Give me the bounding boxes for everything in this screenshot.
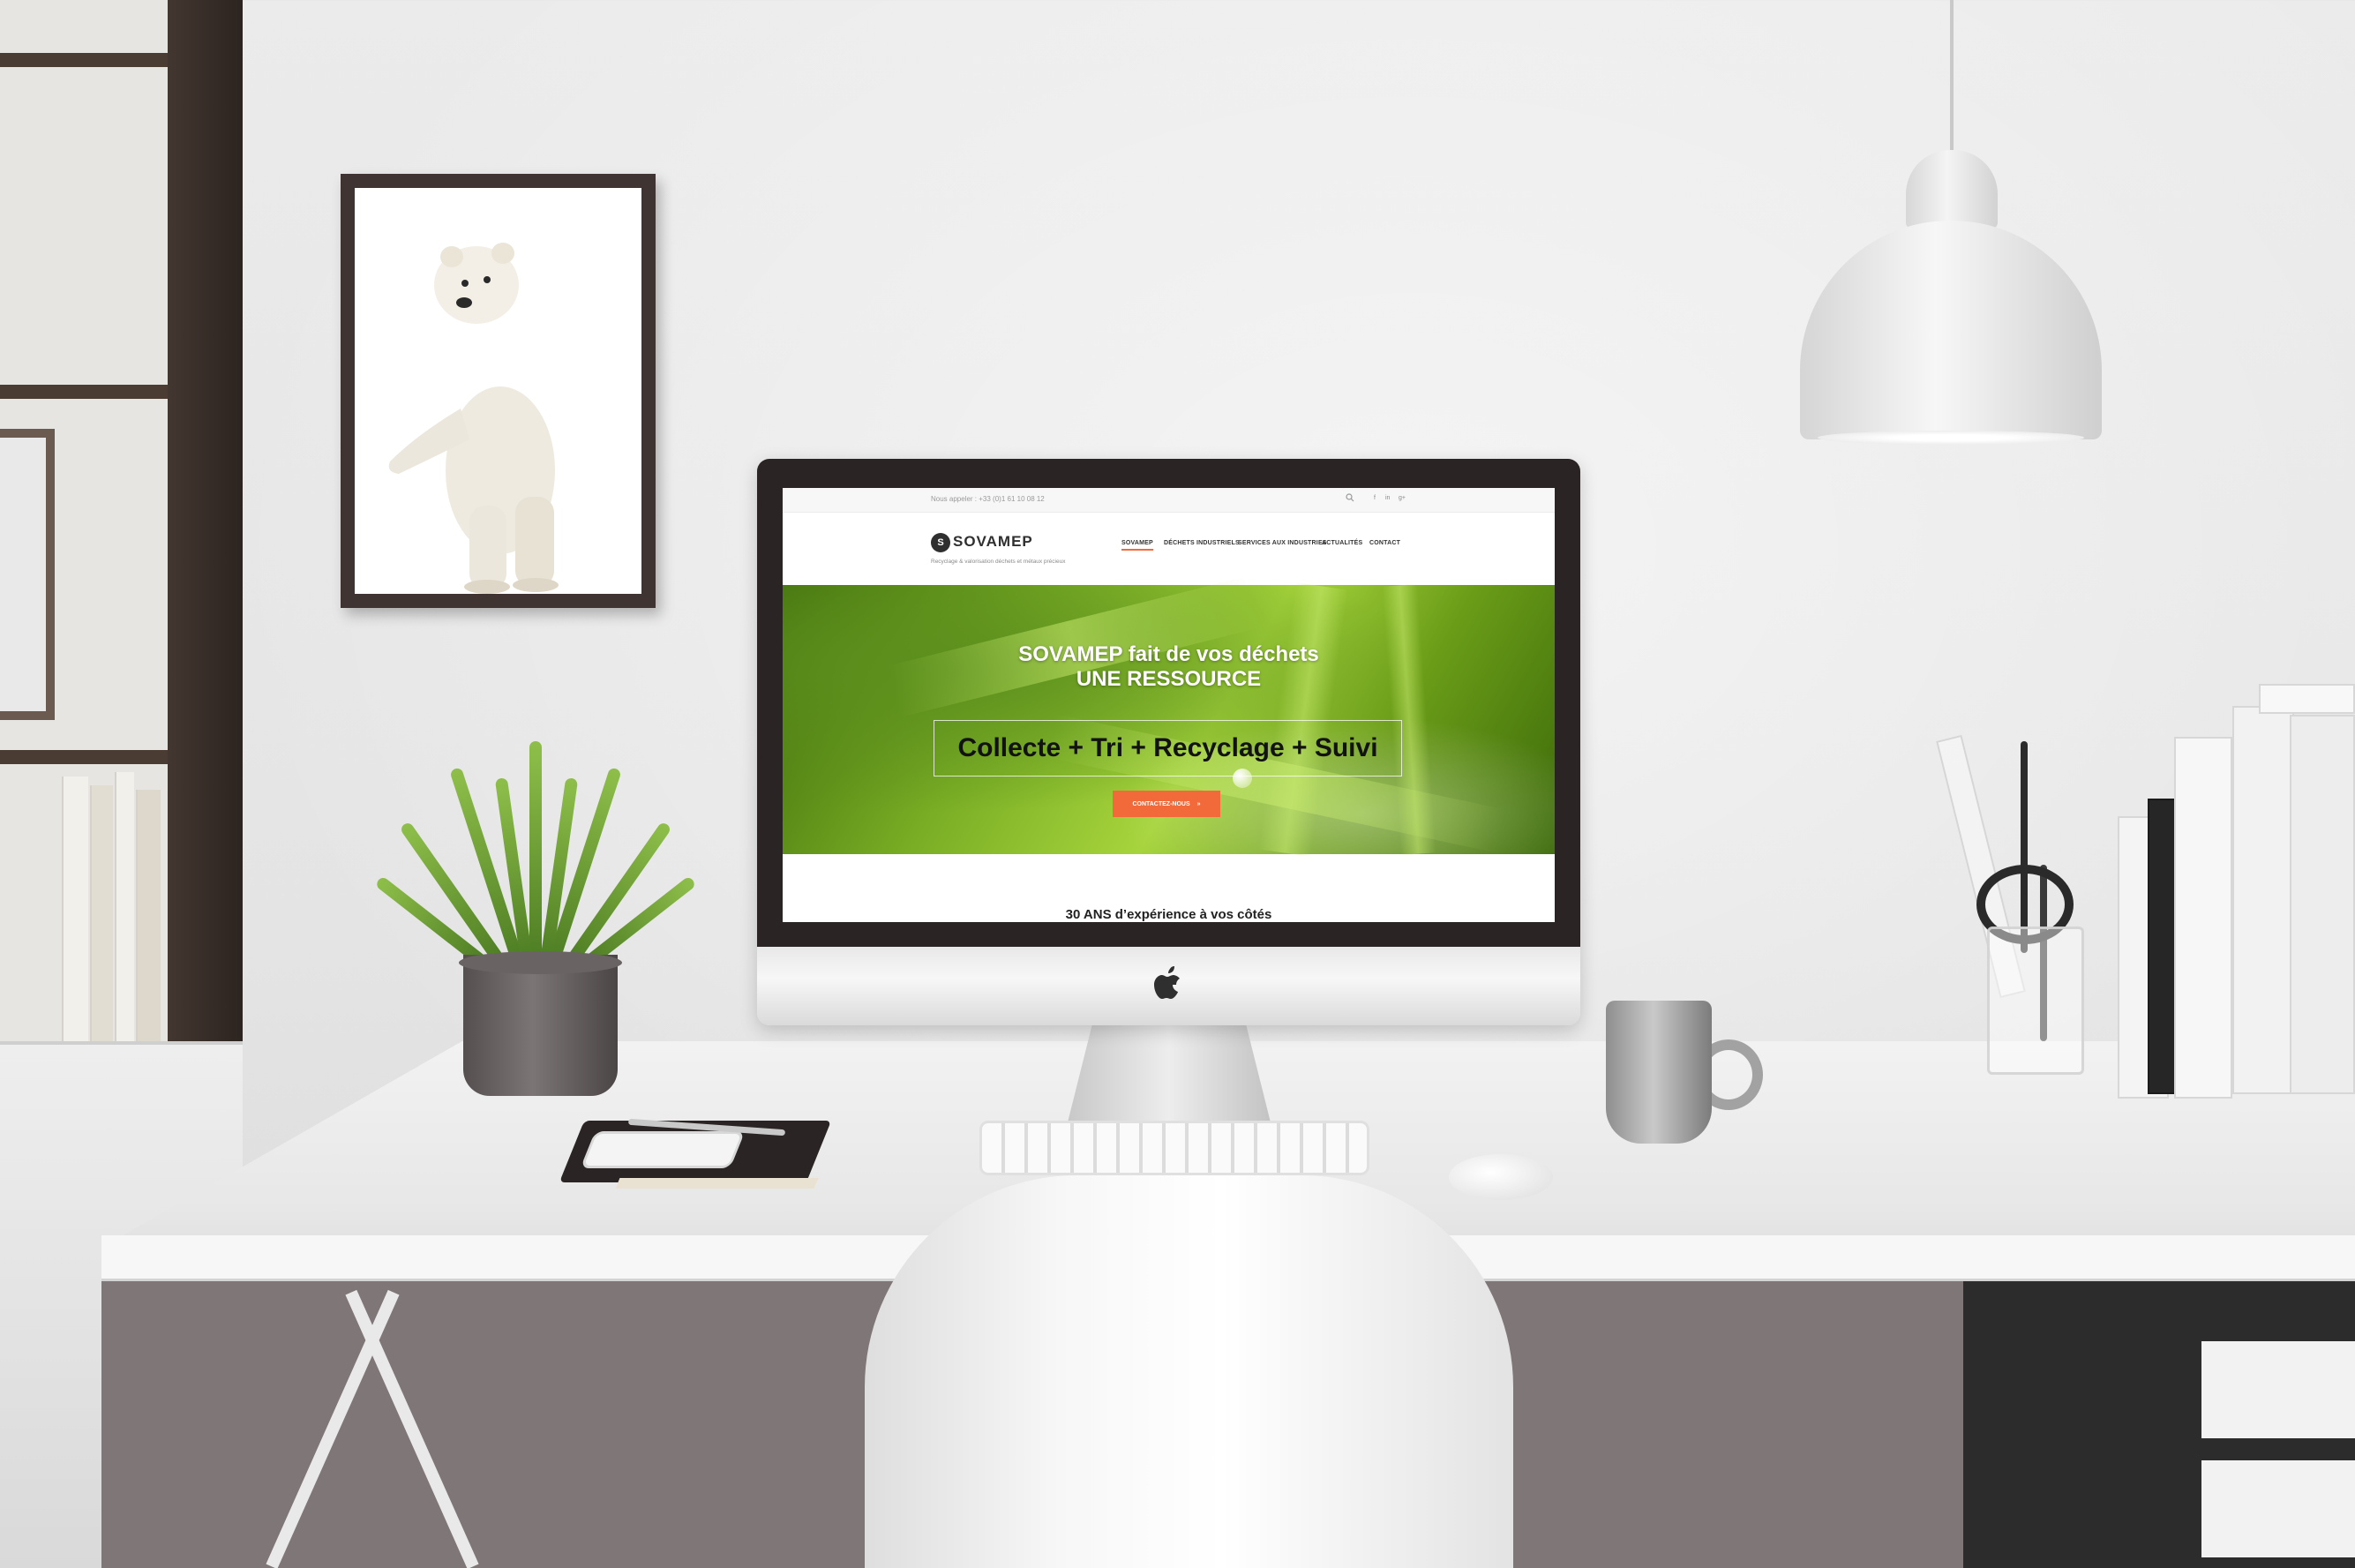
hero-subtitle: Collecte + Tri + Recyclage + Suivi [957, 733, 1378, 762]
pen-cup [1987, 927, 2084, 1075]
logo-icon[interactable]: S [931, 533, 950, 552]
imac-stand [1068, 1025, 1271, 1122]
site-tagline: Recyclage & valorisation déchets et méta… [931, 559, 1066, 565]
plant-pot-rim [459, 951, 622, 974]
polar-bear-illustration [388, 243, 559, 594]
hero-title: SOVAMEP fait de vos déchets UNE RESSOURC… [783, 642, 1555, 692]
coffee-mug [1606, 1001, 1712, 1144]
googleplus-icon[interactable]: g+ [1399, 495, 1406, 501]
search-icon[interactable] [1346, 493, 1356, 504]
nav-item-contact[interactable]: CONTACT [1369, 540, 1400, 546]
shelf-board [0, 385, 168, 399]
plant-pot [463, 955, 618, 1096]
polar-bear-poster [355, 188, 641, 594]
contact-us-label: CONTACTEZ-NOUS [1132, 800, 1190, 807]
apple-logo-icon [1151, 962, 1187, 1004]
top-utility-bar: Nous appeler : +33 (0)1 61 10 08 12 f in… [783, 488, 1555, 513]
plant-leaves [374, 724, 697, 971]
shelf-book [136, 790, 161, 1041]
hero-title-line2: UNE RESSOURCE [1076, 667, 1262, 691]
nav-item-actualites[interactable]: ACTUALITÉS [1322, 540, 1362, 546]
book [2232, 706, 2294, 1094]
shelf-picture-frame [0, 429, 55, 720]
shelf-book [62, 776, 88, 1041]
nav-item-sovamep[interactable]: SOVAMEP [1121, 540, 1153, 551]
logo-text[interactable]: SOVAMEP [953, 533, 1033, 551]
drawer [2201, 1460, 2355, 1557]
chair [865, 1175, 1513, 1568]
book [2174, 737, 2232, 1099]
contact-us-button[interactable]: CONTACTEZ-NOUS » [1113, 791, 1220, 817]
notebook-pages [615, 1178, 819, 1189]
lamp-cap [1906, 150, 1998, 229]
nav-item-services-aux-industries[interactable]: SERVICES AUX INDUSTRIES [1238, 540, 1327, 546]
site-header: S SOVAMEP Recyclage & valorisation déche… [783, 513, 1555, 585]
shelf-book [90, 785, 113, 1041]
book [2259, 684, 2355, 714]
shelf-book [115, 772, 134, 1041]
smartphone [580, 1131, 746, 1168]
shelf-board [0, 53, 168, 67]
lamp-cord [1950, 0, 1954, 154]
hero-banner: SOVAMEP fait de vos déchets UNE RESSOURC… [783, 576, 1555, 857]
arrow-right-icon: » [1196, 800, 1201, 807]
nav-item-dechets-industriels[interactable]: DÉCHETS INDUSTRIELS [1164, 540, 1240, 546]
drawer [2201, 1341, 2355, 1438]
hero-subtitle-box: Collecte + Tri + Recyclage + Suivi [934, 720, 1402, 776]
website-screen: Nous appeler : +33 (0)1 61 10 08 12 f in… [783, 488, 1555, 922]
mouse [1449, 1154, 1553, 1200]
linkedin-icon[interactable]: in [1385, 495, 1390, 501]
book [2290, 715, 2355, 1094]
facebook-icon[interactable]: f [1374, 495, 1376, 501]
keyboard [979, 1121, 1369, 1175]
lamp-bulb [1818, 431, 2084, 445]
phone-number[interactable]: Nous appeler : +33 (0)1 61 10 08 12 [931, 495, 1045, 503]
shelf-board [0, 750, 168, 764]
section-title: 30 ANS d’expérience à vos côtés [1065, 907, 1272, 922]
hero-title-line1: SOVAMEP fait de vos déchets [1018, 642, 1319, 666]
